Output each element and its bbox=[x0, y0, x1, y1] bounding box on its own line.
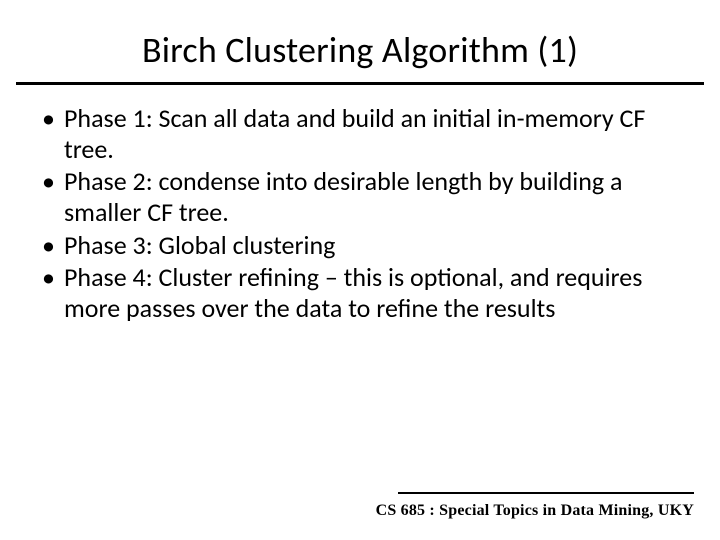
list-item: •Phase 4: Cluster refining – this is opt… bbox=[64, 262, 670, 323]
content-area: • Phase 1: Scan all data and build an ini… bbox=[0, 85, 720, 324]
title-wrap: Birch Clustering Algorithm (1) bbox=[0, 0, 720, 72]
slide-title: Birch Clustering Algorithm (1) bbox=[40, 28, 680, 72]
bullet-icon: • bbox=[42, 103, 55, 134]
bullet-icon: • bbox=[42, 230, 55, 261]
list-item-text: Phase 2: condense into desirable length … bbox=[64, 165, 622, 228]
footer-text: CS 685 : Special Topics in Data Mining, … bbox=[376, 502, 694, 520]
list-item-text: Phase 3: Global clustering bbox=[64, 229, 335, 261]
bullet-list: •Phase 1: Scan all data and build an ini… bbox=[64, 103, 670, 324]
list-item-text: Phase 4: Cluster refining – this is opti… bbox=[64, 261, 642, 324]
list-item: •Phase 1: Scan all data and build an ini… bbox=[64, 103, 670, 164]
bullet-icon: • bbox=[42, 262, 55, 293]
slide: Birch Clustering Algorithm (1) • Phase 1:… bbox=[0, 0, 720, 540]
list-item: •Phase 3: Global clustering bbox=[64, 230, 670, 261]
bullet-icon: • bbox=[42, 166, 55, 197]
footer-divider bbox=[398, 492, 694, 494]
list-item-text: Phase 1: Scan all data and build an init… bbox=[64, 102, 645, 165]
list-item: •Phase 2: condense into desirable length… bbox=[64, 166, 670, 227]
